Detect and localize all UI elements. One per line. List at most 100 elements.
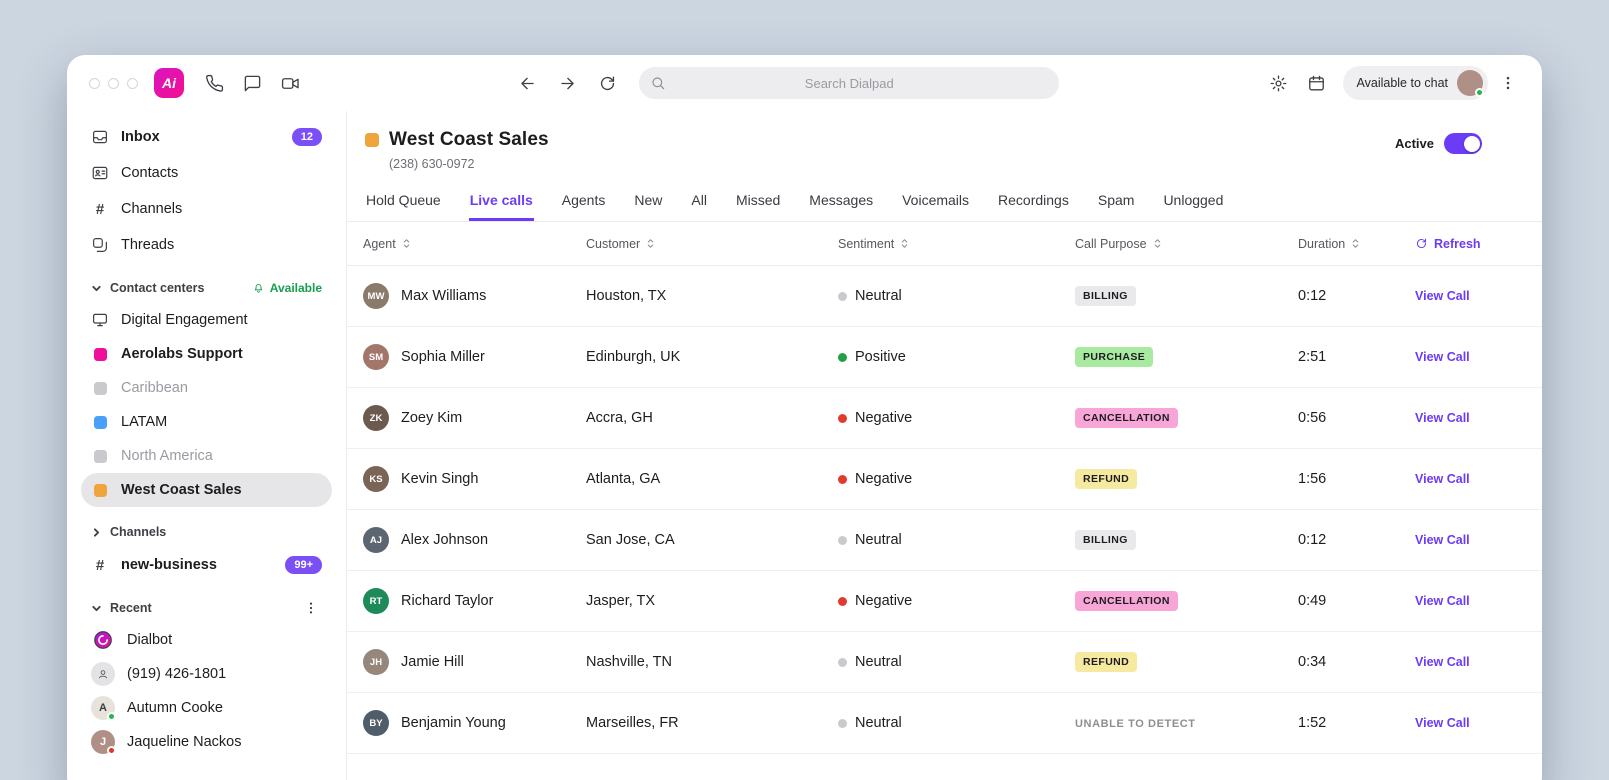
agent-avatar: KS [363,466,389,492]
section-label: Channels [110,525,166,539]
calendar-icon[interactable] [1299,66,1335,100]
sentiment-label: Negative [855,593,912,609]
column-header-sentiment[interactable]: Sentiment [838,237,1075,251]
table-row: BYBenjamin Young Marseilles, FR Neutral … [347,693,1542,754]
customer-location: Atlanta, GA [586,471,838,487]
sidebar-item-caribbean[interactable]: Caribbean [81,371,332,405]
recent-options-icon[interactable] [300,597,322,619]
table-row: KSKevin Singh Atlanta, GA Negative REFUN… [347,449,1542,510]
view-call-link[interactable]: View Call [1415,594,1470,608]
inbox-icon [91,128,109,146]
presence-dot [1475,88,1484,97]
column-label: Call Purpose [1075,237,1147,251]
sidebar-item-digital-engagement[interactable]: Digital Engagement [81,303,332,337]
dialpad-ai-logo[interactable]: Ai [154,68,184,98]
tab-spam[interactable]: Spam [1097,183,1136,221]
channels-section-header[interactable]: Channels [81,517,332,547]
tab-live-calls[interactable]: Live calls [469,183,534,221]
customer-location: Edinburgh, UK [586,349,838,365]
call-duration: 0:12 [1298,532,1415,548]
tab-all[interactable]: All [690,183,708,221]
agent-avatar: JH [363,649,389,675]
tab-bar: Hold Queue Live calls Agents New All Mis… [347,183,1542,222]
sidebar-item-north-america[interactable]: North America [81,439,332,473]
recent-section-header[interactable]: Recent [81,593,332,623]
sidebar-item-jaqueline-nackos[interactable]: J Jaqueline Nackos [81,725,332,759]
tab-hold-queue[interactable]: Hold Queue [365,183,442,221]
table-row: RTRichard Taylor Jasper, TX Negative CAN… [347,571,1542,632]
avatar-initials: ZK [370,413,383,424]
sidebar-item-phone-contact[interactable]: (919) 426-1801 [81,657,332,691]
view-call-link[interactable]: View Call [1415,716,1470,730]
sidebar-item-label: new-business [121,557,217,573]
tab-recordings[interactable]: Recordings [997,183,1070,221]
messages-icon[interactable] [234,66,270,100]
sidebar-item-west-coast-sales[interactable]: West Coast Sales [81,473,332,507]
sidebar-item-label: LATAM [121,414,167,430]
sidebar-item-new-business[interactable]: # new-business 99+ [81,547,332,583]
topbar-right: Available to chat [1261,66,1527,100]
color-square [94,348,107,361]
call-purpose-badge: UNABLE TO DETECT [1075,718,1196,730]
gear-icon[interactable] [1261,66,1297,100]
view-call-link[interactable]: View Call [1415,472,1470,486]
contact-centers-header[interactable]: Contact centers Available [81,273,332,303]
video-icon[interactable] [272,66,308,100]
sidebar-item-label: (919) 426-1801 [127,666,226,682]
view-call-link[interactable]: View Call [1415,289,1470,303]
sidebar-item-autumn-cooke[interactable]: A Autumn Cooke [81,691,332,725]
sidebar-item-latam[interactable]: LATAM [81,405,332,439]
view-call-link[interactable]: View Call [1415,533,1470,547]
sidebar-item-contacts[interactable]: Contacts [81,155,332,191]
agent-name: Benjamin Young [401,715,506,731]
table-row: SMSophia Miller Edinburgh, UK Positive P… [347,327,1542,388]
view-call-link[interactable]: View Call [1415,655,1470,669]
active-toggle[interactable] [1444,133,1482,154]
tab-agents[interactable]: Agents [561,183,607,221]
customer-location: San Jose, CA [586,532,838,548]
reload-icon[interactable] [589,66,625,100]
sentiment-label: Neutral [855,654,902,670]
color-square [94,450,107,463]
agent-avatar: ZK [363,405,389,431]
tab-voicemails[interactable]: Voicemails [901,183,970,221]
call-duration: 1:56 [1298,471,1415,487]
active-label: Active [1395,136,1434,151]
sidebar-item-inbox[interactable]: Inbox 12 [81,119,332,155]
view-call-link[interactable]: View Call [1415,350,1470,364]
phone-icon[interactable] [196,66,232,100]
refresh-button[interactable]: Refresh [1415,237,1542,251]
agent-name: Max Williams [401,288,486,304]
more-options-icon[interactable] [1490,66,1526,100]
sidebar-item-channels[interactable]: # Channels [81,191,332,227]
sentiment-dot [838,658,847,667]
agent-avatar: RT [363,588,389,614]
column-label: Customer [586,237,640,251]
agent-avatar: SM [363,344,389,370]
tab-messages[interactable]: Messages [808,183,874,221]
sidebar-item-threads[interactable]: Threads [81,227,332,263]
back-icon[interactable] [509,66,545,100]
tab-missed[interactable]: Missed [735,183,781,221]
sidebar-item-dialbot[interactable]: Dialbot [81,623,332,657]
page-title: West Coast Sales [389,129,549,151]
column-header-agent[interactable]: Agent [363,237,586,251]
tab-unlogged[interactable]: Unlogged [1162,183,1224,221]
agent-name: Alex Johnson [401,532,488,548]
column-header-customer[interactable]: Customer [586,237,838,251]
table-header-row: Agent Customer Sentiment Call Purpose Du… [347,222,1542,266]
sidebar-item-label: North America [121,448,213,464]
window-controls[interactable] [89,78,138,89]
sentiment-label: Negative [855,410,912,426]
availability-status[interactable]: Available to chat [1343,66,1489,100]
contacts-icon [91,164,109,182]
search-input[interactable] [639,67,1059,99]
inbox-badge: 12 [292,128,322,146]
sidebar-item-aerolabs-support[interactable]: Aerolabs Support [81,337,332,371]
tab-new[interactable]: New [633,183,663,221]
column-header-call-purpose[interactable]: Call Purpose [1075,237,1298,251]
forward-icon[interactable] [549,66,585,100]
sentiment-dot [838,414,847,423]
column-header-duration[interactable]: Duration [1298,237,1415,251]
view-call-link[interactable]: View Call [1415,411,1470,425]
